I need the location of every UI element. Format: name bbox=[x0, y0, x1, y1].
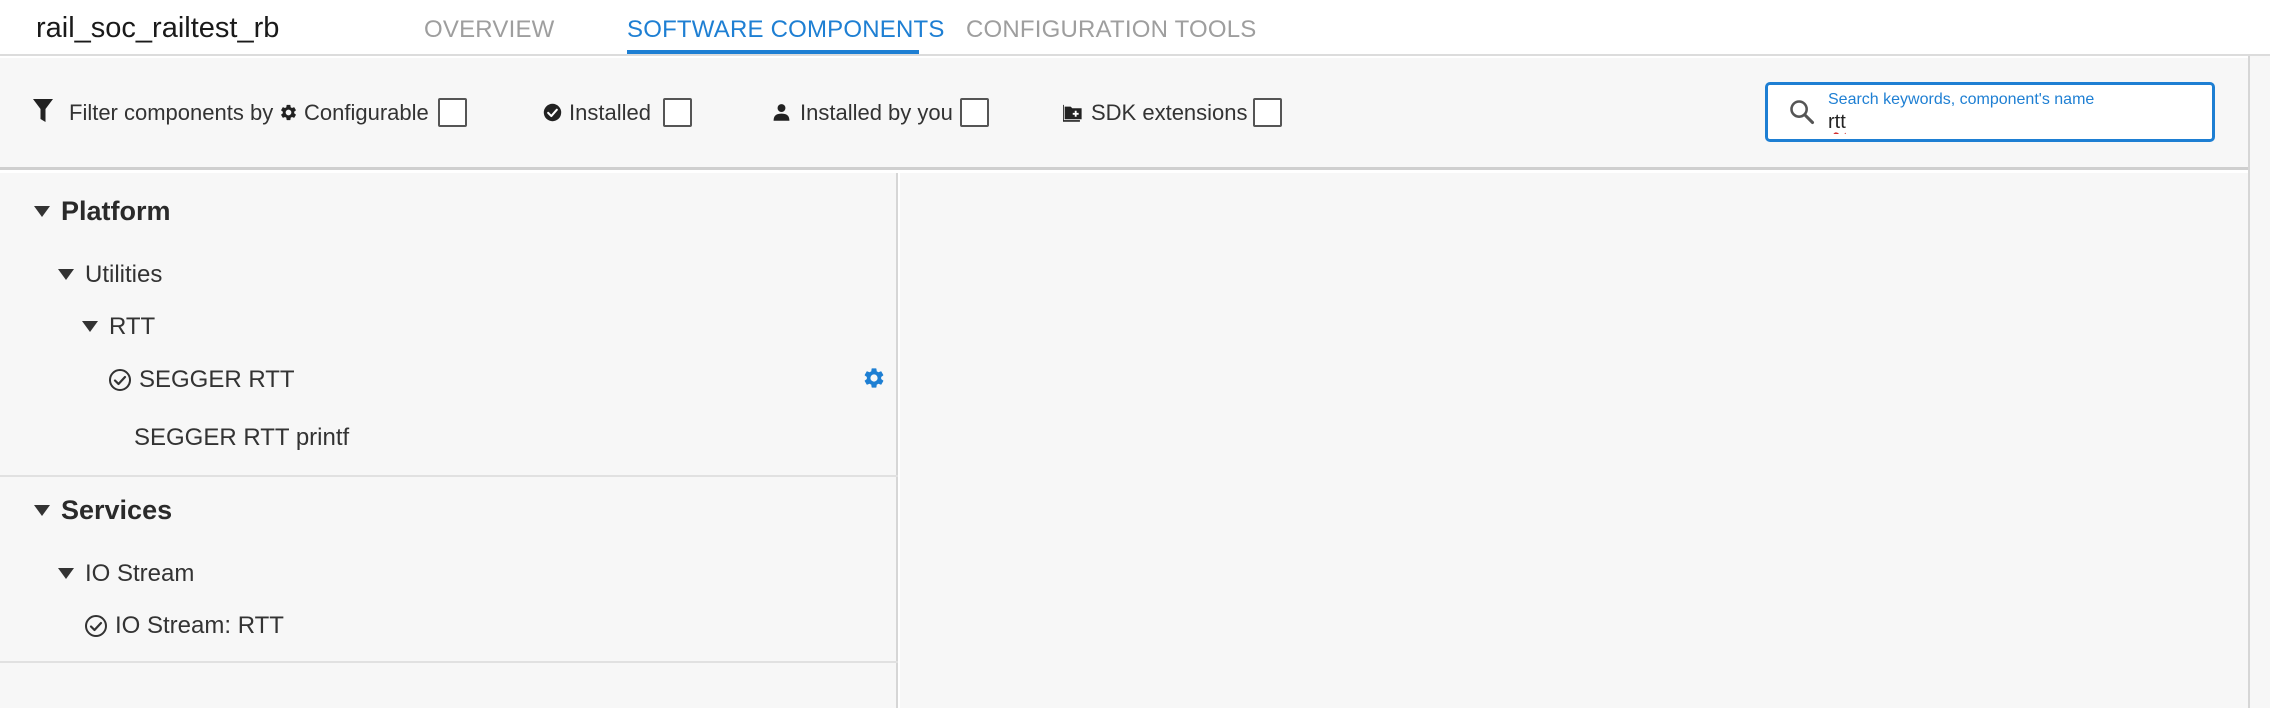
component-label: SEGGER RTT printf bbox=[134, 424, 350, 451]
filter-bar: Filter components by Configurable Instal… bbox=[0, 58, 2248, 170]
filter-components-label: Filter components by bbox=[69, 100, 274, 125]
active-tab-indicator bbox=[627, 50, 919, 54]
search-placeholder-label: Search keywords, component's name bbox=[1828, 91, 2095, 108]
group-divider bbox=[0, 661, 898, 663]
tab-overview[interactable]: OVERVIEW bbox=[424, 16, 555, 44]
filter-sdk-extensions-checkbox[interactable] bbox=[1253, 98, 1282, 127]
group-divider bbox=[0, 475, 898, 477]
tree-group-services[interactable]: Services bbox=[34, 493, 434, 529]
tree-category-io-stream[interactable]: IO Stream bbox=[58, 556, 458, 590]
filter-configurable-label: Configurable bbox=[304, 100, 429, 125]
component-tree: Platform Utilities RTT SEGGER RTT SEGGER… bbox=[0, 173, 898, 708]
caret-down-icon bbox=[34, 505, 50, 516]
component-segger-rtt[interactable]: SEGGER RTT bbox=[108, 362, 888, 398]
component-details-panel bbox=[900, 173, 2248, 708]
tree-group-label: Platform bbox=[61, 196, 171, 226]
search-input[interactable] bbox=[1828, 111, 2188, 134]
caret-down-icon bbox=[58, 269, 74, 280]
component-label: SEGGER RTT bbox=[139, 366, 295, 393]
search-icon bbox=[1790, 100, 1815, 125]
component-io-stream-rtt[interactable]: IO Stream: RTT bbox=[84, 608, 584, 644]
tree-category-label: RTT bbox=[109, 313, 156, 340]
check-circle-outline-icon bbox=[109, 369, 131, 391]
filter-configurable-checkbox[interactable] bbox=[438, 98, 467, 127]
gear-icon bbox=[281, 104, 296, 121]
right-edge-scrollbar[interactable] bbox=[2248, 56, 2270, 708]
project-title: rail_soc_railtest_rb bbox=[36, 12, 280, 44]
tree-category-label: Utilities bbox=[85, 261, 163, 288]
check-circle-outline-icon bbox=[85, 615, 107, 637]
filter-installed-by-you-checkbox[interactable] bbox=[960, 98, 989, 127]
filter-icon bbox=[33, 99, 53, 122]
person-icon bbox=[773, 104, 790, 121]
caret-down-icon bbox=[82, 321, 98, 332]
tree-group-platform[interactable]: Platform bbox=[34, 194, 434, 230]
component-label: IO Stream: RTT bbox=[115, 612, 284, 639]
filter-installed-checkbox[interactable] bbox=[663, 98, 692, 127]
check-circle-icon bbox=[543, 103, 562, 122]
tab-configuration-tools[interactable]: CONFIGURATION TOOLS bbox=[966, 16, 1257, 44]
tree-group-label: Services bbox=[61, 495, 173, 525]
tree-category-label: IO Stream bbox=[85, 560, 195, 587]
configure-gear-icon[interactable] bbox=[862, 366, 886, 390]
filter-installed-label: Installed bbox=[569, 100, 651, 125]
filter-sdk-extensions-label: SDK extensions bbox=[1091, 100, 1248, 125]
component-segger-rtt-printf[interactable]: SEGGER RTT printf bbox=[134, 420, 634, 456]
caret-down-icon bbox=[58, 568, 74, 579]
top-header: rail_soc_railtest_rb OVERVIEW SOFTWARE C… bbox=[0, 0, 2270, 56]
tree-category-rtt[interactable]: RTT bbox=[82, 310, 482, 344]
folder-plus-icon bbox=[1063, 104, 1082, 122]
tab-software-components[interactable]: SOFTWARE COMPONENTS bbox=[627, 16, 945, 44]
filter-installed-by-you-label: Installed by you bbox=[800, 100, 953, 125]
caret-down-icon bbox=[34, 206, 50, 217]
search-box[interactable]: Search keywords, component's name bbox=[1765, 82, 2215, 142]
tree-category-utilities[interactable]: Utilities bbox=[58, 257, 458, 291]
